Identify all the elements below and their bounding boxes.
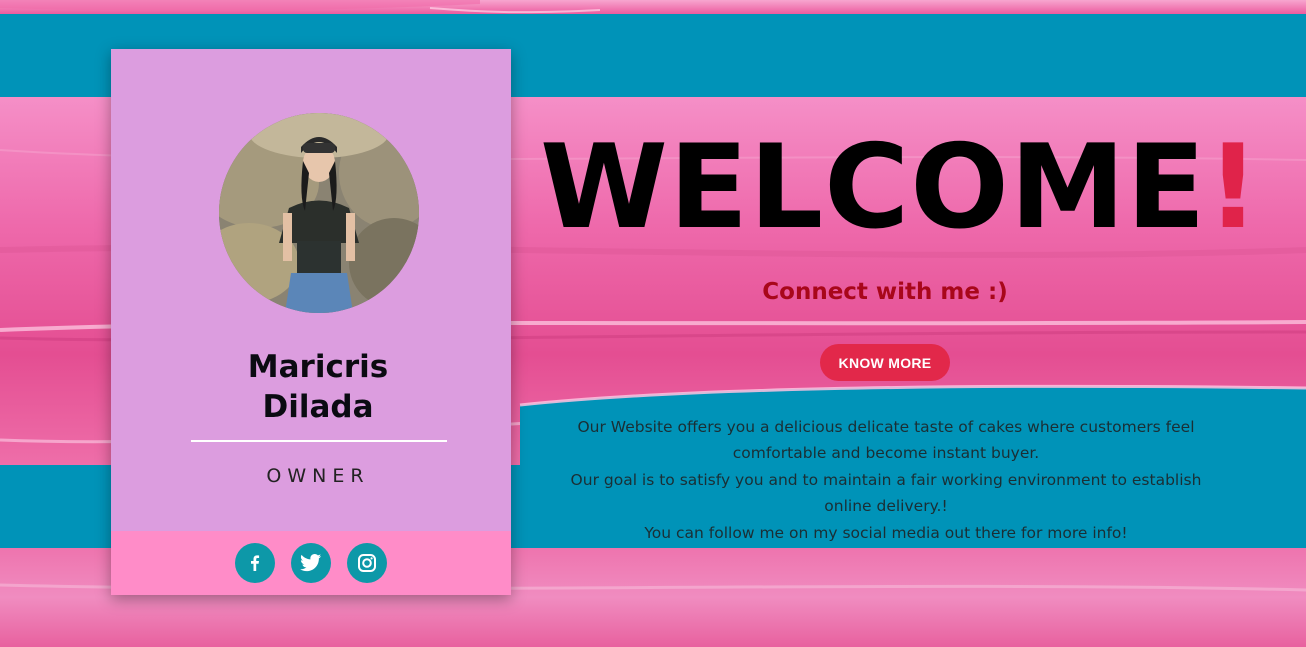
- avatar: [219, 113, 419, 313]
- about-text: Our Website offers you a delicious delic…: [556, 414, 1216, 547]
- connect-subtitle: Connect with me :): [762, 279, 1008, 305]
- profile-name: Maricris Dilada: [111, 347, 525, 427]
- welcome-heading: WELCOME!: [540, 118, 1259, 258]
- welcome-text: WELCOME: [540, 120, 1207, 255]
- twitter-button[interactable]: [291, 543, 331, 583]
- profile-last-name: Dilada: [262, 389, 374, 425]
- profile-card: Maricris Dilada OWNER: [111, 49, 511, 595]
- avatar-photo: [219, 113, 419, 313]
- instagram-button[interactable]: [347, 543, 387, 583]
- welcome-exclamation: !: [1206, 120, 1261, 255]
- know-more-button[interactable]: KNOW MORE: [820, 344, 950, 381]
- social-bar: [111, 531, 511, 595]
- about-line-2: Our goal is to satisfy you and to mainta…: [570, 471, 1202, 515]
- instagram-icon: [358, 554, 376, 572]
- facebook-icon: [251, 555, 260, 571]
- profile-first-name: Maricris: [247, 349, 389, 385]
- name-divider: [191, 440, 447, 442]
- about-line-1: Our Website offers you a delicious delic…: [577, 418, 1195, 462]
- facebook-button[interactable]: [235, 543, 275, 583]
- twitter-icon: [300, 554, 322, 572]
- profile-role: OWNER: [266, 465, 370, 487]
- about-line-3: You can follow me on my social media out…: [644, 524, 1128, 542]
